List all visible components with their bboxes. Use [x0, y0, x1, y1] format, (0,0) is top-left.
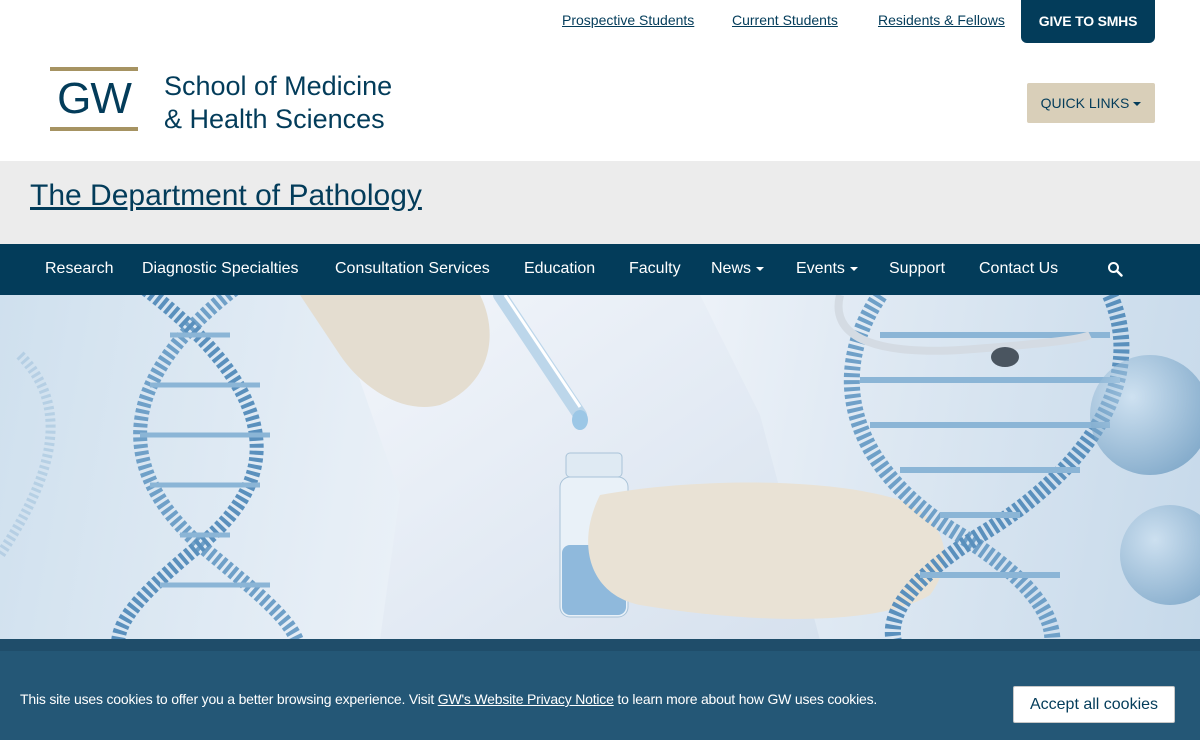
nav-item-events[interactable]: Events: [796, 244, 858, 295]
accept-cookies-button[interactable]: Accept all cookies: [1013, 686, 1175, 723]
quick-links-button[interactable]: QUICK LINKS: [1027, 83, 1155, 123]
privacy-notice-link[interactable]: GW's Website Privacy Notice: [438, 691, 614, 707]
nav-item-label: Support: [889, 260, 946, 277]
give-button[interactable]: GIVE TO SMHS: [1021, 0, 1155, 43]
cookie-banner: This site uses cookies to offer you a be…: [0, 639, 1200, 740]
nav-item-label: Diagnostic Specialties: [142, 260, 299, 277]
nav-item-faculty[interactable]: Faculty: [629, 244, 681, 295]
school-name[interactable]: School of Medicine & Health Sciences: [164, 70, 392, 136]
nav-item-education[interactable]: Education: [524, 244, 595, 295]
nav-item-support[interactable]: Support: [889, 244, 945, 295]
nav-item-label: Events: [796, 260, 845, 277]
nav-item-label: Education: [524, 260, 596, 277]
gw-logo[interactable]: GW: [50, 67, 138, 131]
cookie-text-after: to learn more about how GW uses cookies.: [613, 691, 878, 707]
nav-item-label: Consultation Services: [335, 260, 490, 277]
dna-helix-left: [0, 295, 305, 640]
utility-bar: Prospective Students Current Students Re…: [0, 0, 1200, 44]
chevron-down-icon: [849, 266, 858, 271]
prospective-students-link[interactable]: Prospective Students: [562, 12, 694, 28]
quick-links-label: QUICK LINKS: [1040, 95, 1130, 111]
nav-item-label: Contact Us: [979, 260, 1059, 277]
nav-item-label: Research: [45, 260, 114, 277]
nav-item-diagnostic-specialties[interactable]: Diagnostic Specialties: [142, 244, 299, 295]
residents-fellows-link[interactable]: Residents & Fellows: [878, 12, 1005, 28]
nav-item-consultation-services[interactable]: Consultation Services: [335, 244, 490, 295]
current-students-link[interactable]: Current Students: [732, 12, 838, 28]
cookie-message: This site uses cookies to offer you a be…: [20, 691, 877, 707]
nav-item-label: News: [711, 260, 752, 277]
school-name-line1: School of Medicine: [164, 71, 393, 101]
glove-lower: [588, 482, 945, 619]
chevron-down-icon: [756, 266, 765, 271]
logo-top-bar: [50, 67, 138, 71]
department-title[interactable]: The Department of Pathology: [30, 179, 422, 213]
search-icon[interactable]: [1107, 261, 1123, 277]
nav-item-label: Faculty: [629, 260, 681, 277]
logo-bottom-bar: [50, 127, 138, 131]
cookie-text-before: This site uses cookies to offer you a be…: [20, 691, 438, 707]
main-nav: Research Diagnostic Specialties Consulta…: [0, 244, 1200, 295]
logo-text: GW: [57, 74, 132, 123]
hero-illustration: [0, 295, 1200, 640]
nav-item-contact-us[interactable]: Contact Us: [979, 244, 1058, 295]
chevron-down-icon: [1133, 102, 1142, 107]
school-name-line2: & Health Sciences: [164, 104, 385, 134]
nav-item-research[interactable]: Research: [45, 244, 113, 295]
department-banner: The Department of Pathology: [0, 161, 1200, 244]
stethoscope-head: [991, 347, 1019, 367]
glove-upper: [300, 295, 490, 407]
hero-image: [0, 295, 1200, 640]
nav-item-news[interactable]: News: [711, 244, 765, 295]
